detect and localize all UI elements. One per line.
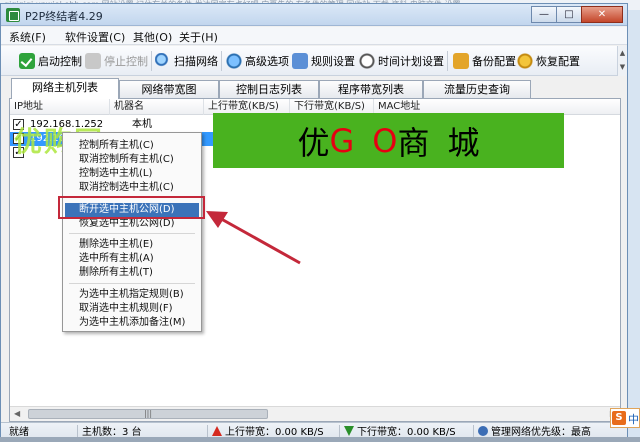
scroll-thumb[interactable]: ||| bbox=[28, 409, 268, 419]
minimize-button[interactable]: — bbox=[531, 6, 557, 23]
close-button[interactable]: ✕ bbox=[581, 6, 623, 23]
advanced-options-button[interactable]: 高级选项 bbox=[226, 50, 289, 72]
window-title: P2P终结者4.29 bbox=[25, 10, 103, 23]
menu-settings[interactable]: 软件设置(C) bbox=[65, 29, 125, 45]
scan-network-label: 扫描网络 bbox=[174, 55, 218, 68]
stop-icon bbox=[85, 53, 101, 69]
taskbar bbox=[0, 437, 640, 442]
ctx-uncontrol-selected[interactable]: 取消控制选中主机(C) bbox=[65, 181, 199, 195]
maximize-button[interactable]: □ bbox=[556, 6, 582, 23]
tab-strip: 网络主机列表 网络带宽图 控制日志列表 程序带宽列表 流量历史查询 bbox=[9, 78, 621, 99]
close-icon: ✕ bbox=[597, 9, 607, 20]
rule-settings-button[interactable]: 规则设置 bbox=[292, 50, 355, 72]
stop-control-label: 停止控制 bbox=[104, 55, 148, 68]
promo-banner: 优 GO 商城 bbox=[213, 113, 564, 168]
network-icon bbox=[478, 426, 488, 436]
restore-config-button[interactable]: 恢复配置 bbox=[517, 50, 580, 72]
restore-icon bbox=[517, 53, 533, 69]
ctx-select-all[interactable]: 选中所有主机(A) bbox=[65, 252, 199, 266]
banner-text-2: 商城 bbox=[397, 123, 498, 162]
ctx-restore-internet[interactable]: 恢复选中主机公网(D) bbox=[65, 217, 199, 231]
ctx-control-all[interactable]: 控制所有主机(C) bbox=[65, 139, 199, 153]
ctx-delete-selected[interactable]: 删除选中主机(E) bbox=[65, 238, 199, 252]
maximize-icon: □ bbox=[564, 9, 574, 20]
ime-indicator[interactable]: S 中 bbox=[610, 408, 640, 428]
menu-other[interactable]: 其他(O) bbox=[133, 29, 172, 45]
menu-bar: 系统(F) 软件设置(C) 其他(O) 关于(H) bbox=[1, 27, 627, 45]
stop-control-button[interactable]: 停止控制 bbox=[85, 50, 148, 72]
rules-icon bbox=[292, 53, 308, 69]
backup-config-button[interactable]: 备份配置 bbox=[453, 50, 516, 72]
col-hostname[interactable]: 机器名 bbox=[110, 99, 204, 115]
tab-program-bandwidth[interactable]: 程序带宽列表 bbox=[319, 80, 423, 98]
row-hostname: 本机 bbox=[132, 119, 152, 130]
horizontal-scrollbar[interactable]: ◀ ||| ▶ bbox=[10, 406, 620, 421]
chevron-up-icon: ▲ bbox=[619, 49, 626, 57]
tab-traffic-history[interactable]: 流量历史查询 bbox=[423, 80, 531, 98]
tab-host-list[interactable]: 网络主机列表 bbox=[11, 78, 119, 99]
clock-icon bbox=[359, 53, 375, 69]
start-control-button[interactable]: 启动控制 bbox=[19, 50, 82, 72]
restore-config-label: 恢复配置 bbox=[536, 55, 580, 68]
ctx-separator bbox=[69, 283, 195, 284]
menu-system[interactable]: 系统(F) bbox=[9, 29, 46, 45]
rule-settings-label: 规则设置 bbox=[311, 55, 355, 68]
context-menu: 控制所有主机(C) 取消控制所有主机(C) 控制选中主机(L) 取消控制选中主机… bbox=[62, 132, 202, 332]
backup-config-label: 备份配置 bbox=[472, 55, 516, 68]
ime-lang: 中 bbox=[628, 413, 639, 426]
arrow-down-icon bbox=[344, 426, 354, 436]
backup-icon bbox=[453, 53, 469, 69]
scan-network-button[interactable]: 扫描网络 bbox=[155, 50, 218, 72]
toolbar-separator bbox=[447, 51, 448, 71]
magnifier-icon bbox=[155, 53, 171, 69]
ctx-cancel-rule[interactable]: 取消选中主机规则(F) bbox=[65, 302, 199, 316]
time-schedule-button[interactable]: 时间计划设置 bbox=[359, 50, 444, 72]
chevron-left-icon[interactable]: ◀ bbox=[14, 409, 20, 418]
app-icon bbox=[6, 8, 20, 22]
title-bar: P2P终结者4.29 — □ ✕ bbox=[1, 4, 627, 26]
menu-about[interactable]: 关于(H) bbox=[179, 29, 218, 45]
ctx-control-selected[interactable]: 控制选中主机(L) bbox=[65, 167, 199, 181]
window-controls: — □ ✕ bbox=[531, 6, 623, 23]
col-ip[interactable]: IP地址 bbox=[10, 99, 110, 115]
advanced-options-label: 高级选项 bbox=[245, 55, 289, 68]
ctx-delete-all[interactable]: 删除所有主机(T) bbox=[65, 266, 199, 280]
toolbar-separator bbox=[151, 51, 152, 71]
ctx-assign-rule[interactable]: 为选中主机指定规则(B) bbox=[65, 288, 199, 302]
minimize-icon: — bbox=[539, 9, 549, 20]
toolbar: 启动控制 停止控制 扫描网络 高级选项 规则设置 时间计划设置 备份配置 恢复配… bbox=[1, 46, 627, 76]
time-schedule-label: 时间计划设置 bbox=[378, 55, 444, 68]
ime-logo-icon: S bbox=[612, 411, 626, 425]
highlight-box bbox=[58, 196, 205, 219]
tab-control-log[interactable]: 控制日志列表 bbox=[219, 80, 319, 98]
tab-bandwidth-chart[interactable]: 网络带宽图 bbox=[119, 80, 219, 98]
check-icon bbox=[19, 53, 35, 69]
ctx-uncontrol-all[interactable]: 取消控制所有主机(C) bbox=[65, 153, 199, 167]
toolbar-scroll[interactable]: ▲ ▼ bbox=[617, 46, 627, 76]
ctx-add-note[interactable]: 为选中主机添加备注(M) bbox=[65, 316, 199, 330]
arrow-up-icon bbox=[212, 426, 222, 436]
globe-icon bbox=[226, 53, 242, 69]
start-control-label: 启动控制 bbox=[38, 55, 82, 68]
ctx-separator bbox=[69, 233, 195, 234]
chevron-down-icon: ▼ bbox=[619, 63, 626, 71]
toolbar-separator bbox=[221, 51, 222, 71]
